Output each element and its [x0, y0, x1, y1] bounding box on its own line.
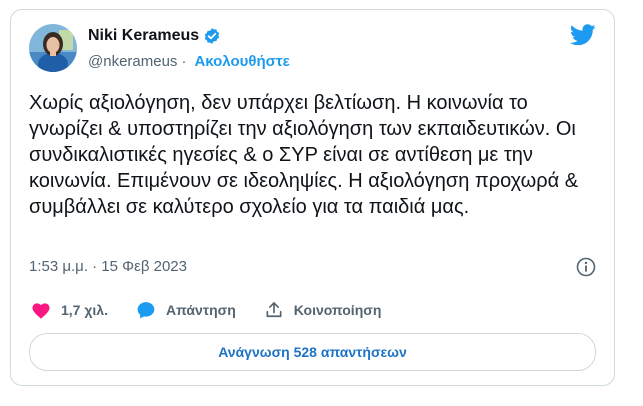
reply-label: Απάντηση	[165, 302, 236, 318]
follow-link[interactable]: Ακολουθήστε	[194, 53, 289, 70]
like-button[interactable]: 1,7 χιλ.	[31, 301, 108, 319]
handle-row: @nkerameus · Ακολουθήστε	[88, 53, 290, 70]
share-label: Κοινοποίηση	[293, 302, 382, 318]
verified-badge-icon	[203, 27, 221, 45]
tweet-card: Niki Kerameus @nkerameus · Ακολουθήστε Χ…	[10, 9, 615, 386]
info-icon[interactable]	[576, 257, 596, 282]
avatar[interactable]	[29, 24, 77, 72]
twitter-bird-icon[interactable]	[569, 24, 596, 51]
reply-bubble-icon	[136, 300, 166, 320]
author-handle[interactable]: @nkerameus	[88, 53, 177, 70]
author-name[interactable]: Niki Kerameus	[88, 27, 199, 45]
heart-icon	[31, 301, 61, 319]
share-icon	[264, 300, 294, 320]
read-replies-button[interactable]: Ανάγνωση 528 απαντήσεων	[29, 333, 596, 371]
reply-button[interactable]: Απάντηση	[136, 300, 236, 320]
author-name-row[interactable]: Niki Kerameus	[88, 27, 221, 45]
action-bar: 1,7 χιλ. Απάντηση Κοινοποίηση	[31, 300, 409, 320]
tweet-timestamp[interactable]: 1:53 μ.μ. · 15 Φεβ 2023	[29, 258, 187, 275]
separator: ·	[181, 53, 187, 70]
like-count: 1,7 χιλ.	[61, 302, 108, 318]
share-button[interactable]: Κοινοποίηση	[264, 300, 382, 320]
tweet-text: Χωρίς αξιολόγηση, δεν υπάρχει βελτίωση. …	[29, 92, 579, 218]
